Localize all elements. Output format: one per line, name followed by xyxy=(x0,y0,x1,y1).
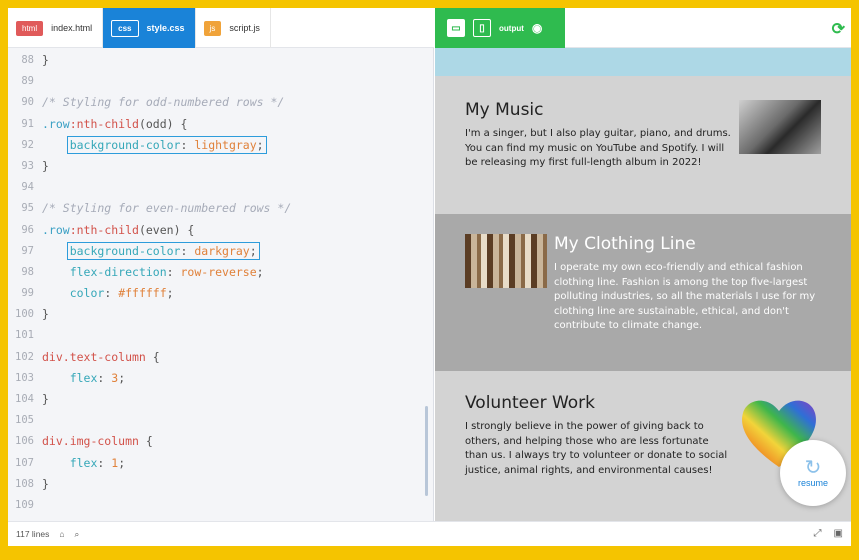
code-line: 96 .row:nth-child(even) { xyxy=(21,222,195,237)
tab-label: index.html xyxy=(51,23,93,33)
workspace: html index.html css style.css js script.… xyxy=(8,8,851,546)
code-line: 109 xyxy=(15,498,34,511)
clothing-rack-photo xyxy=(465,234,547,288)
css-badge: css xyxy=(111,19,139,37)
status-bar: 117 lines ⌂ ⌕ ⤢ ▣ xyxy=(8,521,851,546)
output-header: ▭ ▯ output ◉ ⟳ xyxy=(435,8,851,48)
search-icon[interactable]: ⌕ xyxy=(75,529,80,540)
row-title: My Music xyxy=(465,100,544,120)
code-line: 95/* Styling for even-numbered rows */ xyxy=(21,201,292,216)
row-text: I strongly believe in the power of givin… xyxy=(465,421,728,476)
code-line: 98 flex-direction: row-reverse; xyxy=(21,264,264,279)
js-badge: js xyxy=(203,20,222,36)
row-text: I operate my own eco-friendly and ethica… xyxy=(554,262,816,331)
mobile-view-icon[interactable]: ▯ xyxy=(473,19,491,37)
code-line: 93} xyxy=(21,158,49,173)
tab-label: script.js xyxy=(229,23,260,33)
code-area[interactable]: 88} 89 90/* Styling for odd-numbered row… xyxy=(8,50,428,520)
line-count: 117 lines xyxy=(16,529,50,539)
row-volunteer-work: Volunteer Work I strongly believe in the… xyxy=(435,371,851,521)
tab-label: style.css xyxy=(146,23,185,33)
home-icon[interactable]: ⌂ xyxy=(59,529,64,539)
desktop-view-icon[interactable]: ▭ xyxy=(447,19,465,37)
row-title: My Clothing Line xyxy=(554,234,696,254)
row-clothing-line: My Clothing Line I operate my own eco-fr… xyxy=(435,214,851,371)
fullscreen-icon[interactable]: ⤢ xyxy=(814,528,822,539)
code-line: 103 flex: 3; xyxy=(15,370,126,385)
code-line: 92 background-color: lightgray; xyxy=(8,135,428,156)
tab-script-js[interactable]: js script.js xyxy=(196,8,271,48)
highlighted-declaration: background-color: lightgray; xyxy=(66,135,267,154)
code-line: 99 color: #ffffff; xyxy=(21,286,174,301)
resume-label: resume xyxy=(797,478,828,488)
html-badge: html xyxy=(16,20,44,36)
text-column: My Music I'm a singer, but I also play g… xyxy=(465,100,732,214)
code-line: 90/* Styling for odd-numbered rows */ xyxy=(21,95,285,110)
resume-button[interactable]: ↻ resume xyxy=(780,440,846,506)
code-line: 97 background-color: darkgray; xyxy=(8,241,428,262)
status-right-icons: ⤢ ▣ xyxy=(814,528,843,539)
eye-icon[interactable]: ◉ xyxy=(532,21,542,35)
highlighted-declaration: background-color: darkgray; xyxy=(66,241,260,260)
refresh-icon[interactable]: ⟳ xyxy=(832,19,845,39)
layout-icon[interactable]: ▣ xyxy=(834,528,843,539)
tab-index-html[interactable]: html index.html xyxy=(8,8,104,48)
code-line: 106 div.img-column { xyxy=(15,434,153,449)
text-column: Volunteer Work I strongly believe in the… xyxy=(465,393,732,521)
editor-scrollbar[interactable] xyxy=(425,406,428,496)
resume-icon: ↻ xyxy=(804,457,822,479)
code-line: 107 flex: 1; xyxy=(15,455,126,470)
row-text: I'm a singer, but I also play guitar, pi… xyxy=(465,128,731,168)
code-line: 91 .row:nth-child(odd) { xyxy=(21,116,188,131)
code-line: 101 xyxy=(15,329,34,342)
header-strip xyxy=(435,48,851,76)
row-my-music: My Music I'm a singer, but I also play g… xyxy=(435,76,851,214)
output-pane: ▭ ▯ output ◉ ⟳ My Music I'm a singer, bu… xyxy=(435,8,851,521)
code-line: 89 xyxy=(21,75,34,88)
microphone-photo xyxy=(739,100,821,154)
code-line: 104} xyxy=(15,392,49,406)
code-editor-pane: html index.html css style.css js script.… xyxy=(8,8,434,546)
text-column: My Clothing Line I operate my own eco-fr… xyxy=(554,234,821,371)
code-line: 100} xyxy=(15,307,49,322)
code-line: 102 div.text-column { xyxy=(15,349,160,364)
code-line: 105 xyxy=(15,414,34,427)
tab-output[interactable]: ▭ ▯ output ◉ xyxy=(435,8,565,48)
file-tabs: html index.html css style.css js script.… xyxy=(8,8,434,48)
code-line: 108} xyxy=(15,476,49,491)
code-line: 88} xyxy=(21,53,49,67)
tab-style-css[interactable]: css style.css xyxy=(103,8,196,48)
row-title: Volunteer Work xyxy=(465,393,596,413)
img-column xyxy=(465,234,554,371)
img-column xyxy=(732,100,821,214)
output-label: output xyxy=(499,23,524,33)
code-line: 94 xyxy=(21,181,34,194)
